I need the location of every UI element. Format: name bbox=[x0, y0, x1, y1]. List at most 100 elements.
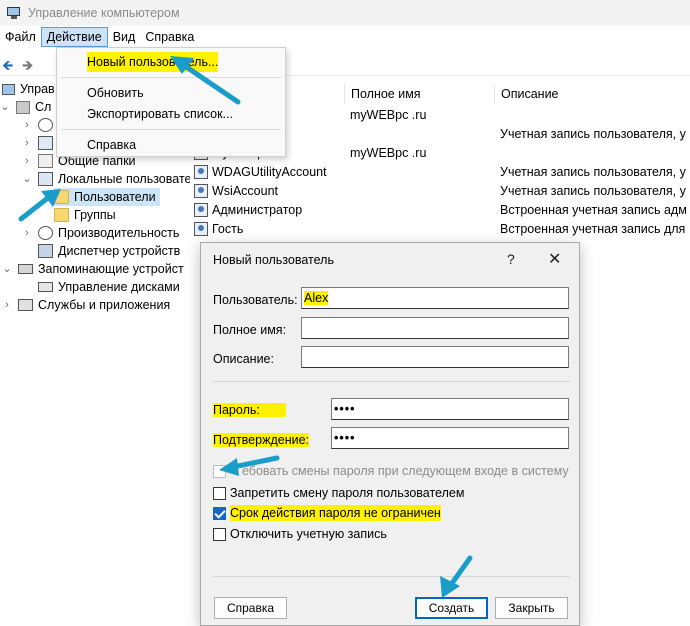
no-expire-checkbox[interactable] bbox=[213, 506, 226, 520]
column-fullname[interactable]: Полное имя bbox=[344, 84, 494, 104]
row-name-text: Администратор bbox=[212, 203, 303, 217]
list-row[interactable]: WDAGUtilityAccount Учетная запись пользо… bbox=[190, 163, 690, 182]
no-expire-checkbox-row[interactable]: Срок действия пароля не ограничен bbox=[213, 505, 441, 521]
require-change-checkbox-row[interactable]: ебовать смены пароля при следующем входе… bbox=[213, 463, 569, 479]
row-name-text: WsiAccount bbox=[212, 184, 278, 198]
tree-users-label: Пользователи bbox=[74, 190, 156, 204]
forbid-change-label: Запретить смену пароля пользователем bbox=[230, 486, 465, 500]
disable-account-checkbox[interactable] bbox=[213, 527, 226, 541]
row-name-text: Гость bbox=[212, 222, 244, 236]
help-button[interactable]: Справка bbox=[214, 597, 287, 619]
tree-services[interactable]: › Службы и приложения bbox=[2, 296, 170, 314]
chevron-down-icon[interactable]: ⌄ bbox=[0, 98, 10, 116]
menu-help[interactable]: Справка bbox=[140, 27, 199, 47]
disable-account-checkbox-row[interactable]: Отключить учетную запись bbox=[213, 526, 387, 542]
chevron-right-icon[interactable]: › bbox=[2, 296, 12, 314]
username-field[interactable]: Alex bbox=[301, 287, 569, 309]
menu-view[interactable]: Вид bbox=[108, 27, 141, 47]
tree-groups[interactable]: Группы bbox=[54, 206, 116, 224]
create-button[interactable]: Создать bbox=[415, 597, 488, 619]
tree-groups-label: Группы bbox=[74, 208, 116, 222]
chevron-right-icon[interactable]: › bbox=[22, 116, 32, 134]
row-description: Встроенная учетная запись для bbox=[500, 222, 686, 236]
row-fullname: myWEBpc .ru bbox=[350, 146, 427, 160]
chevron-down-icon[interactable]: ⌄ bbox=[2, 260, 12, 278]
window-title: Управление компьютером bbox=[28, 6, 180, 20]
title-bar: Управление компьютером bbox=[0, 0, 690, 26]
tree-root[interactable]: Управ bbox=[0, 80, 55, 98]
tree-device-manager-label: Диспетчер устройств bbox=[58, 244, 181, 258]
password-label: Пароль: bbox=[213, 403, 286, 417]
row-fullname: myWEBpc .ru bbox=[350, 108, 427, 122]
storage-icon bbox=[18, 264, 33, 274]
tree-root-label: Управ bbox=[20, 82, 55, 96]
performance-icon bbox=[38, 226, 53, 240]
tree-users[interactable]: Пользователи bbox=[54, 188, 160, 206]
menu-file[interactable]: Файл bbox=[0, 27, 41, 47]
computer-icon bbox=[2, 83, 15, 95]
tree-local-users[interactable]: ⌄ Локальные пользовате bbox=[22, 170, 191, 188]
row-description: Учетная запись пользователя, у bbox=[500, 184, 686, 198]
row-description: Учетная запись пользователя, у bbox=[500, 127, 686, 141]
tree-performance-label: Производительность bbox=[58, 226, 180, 240]
row-name: WsiAccount bbox=[194, 182, 278, 201]
user-icon bbox=[194, 165, 208, 179]
forbid-change-checkbox-row[interactable]: Запретить смену пароля пользователем bbox=[213, 485, 464, 501]
clock-icon bbox=[38, 118, 53, 132]
tree-device-manager[interactable]: Диспетчер устройств bbox=[38, 242, 180, 260]
list-row[interactable]: WsiAccount Учетная запись пользователя, … bbox=[190, 182, 690, 201]
password-field[interactable]: •••• bbox=[331, 398, 569, 420]
row-name: Гость bbox=[194, 220, 243, 239]
dialog-title: Новый пользователь bbox=[213, 253, 334, 267]
user-icon bbox=[194, 222, 208, 236]
user-icon bbox=[194, 184, 208, 198]
menu-export-list[interactable]: Экспортировать список... bbox=[87, 104, 233, 124]
chevron-right-icon[interactable]: › bbox=[22, 134, 32, 152]
menu-help-item[interactable]: Справка bbox=[87, 135, 136, 155]
require-change-checkbox[interactable] bbox=[213, 464, 226, 478]
tree-task-scheduler[interactable]: › bbox=[22, 116, 58, 134]
tree-event-viewer[interactable]: › bbox=[22, 134, 58, 152]
forbid-change-checkbox[interactable] bbox=[213, 486, 226, 500]
description-field[interactable] bbox=[301, 346, 569, 368]
require-change-label: ебовать смены пароля при следующем входе… bbox=[242, 464, 569, 478]
no-expire-label: Срок действия пароля не ограничен bbox=[230, 505, 441, 521]
disk-icon bbox=[38, 282, 53, 292]
confirm-field[interactable]: •••• bbox=[331, 427, 569, 449]
username-label: Пользователь: bbox=[213, 293, 298, 307]
services-icon bbox=[18, 299, 33, 311]
device-manager-icon bbox=[38, 244, 53, 258]
close-button[interactable]: Закрыть bbox=[495, 597, 568, 619]
fullname-field[interactable] bbox=[301, 317, 569, 339]
list-row[interactable]: Администратор Встроенная учетная запись … bbox=[190, 201, 690, 220]
folder-icon bbox=[54, 208, 69, 222]
close-icon[interactable]: ✕ bbox=[548, 249, 561, 269]
divider bbox=[213, 576, 570, 577]
menu-separator bbox=[61, 77, 281, 78]
tree-disk-management[interactable]: Управление дисками bbox=[38, 278, 180, 296]
menu-refresh[interactable]: Обновить bbox=[87, 83, 144, 103]
tree-system-tools[interactable]: ⌄ Сл bbox=[0, 98, 51, 116]
tree-services-label: Службы и приложения bbox=[38, 298, 171, 312]
users-icon bbox=[38, 172, 53, 186]
navigation-tree: Управ ⌄ Сл › › › Общие папки ⌄ Локальные… bbox=[0, 76, 191, 626]
tree-performance[interactable]: › Производительность bbox=[22, 224, 179, 242]
computer-management-window: Управление компьютером Файл Действие Вид… bbox=[0, 0, 690, 626]
tree-storage-label: Запоминающие устройст bbox=[38, 262, 184, 276]
chevron-down-icon[interactable]: ⌄ bbox=[22, 170, 32, 188]
column-description[interactable]: Описание bbox=[494, 84, 690, 104]
menu-new-user[interactable]: Новый пользователь... bbox=[87, 52, 219, 72]
tree-storage[interactable]: ⌄ Запоминающие устройст bbox=[2, 260, 184, 278]
menu-action[interactable]: Действие bbox=[40, 27, 108, 47]
tree-disk-management-label: Управление дисками bbox=[58, 280, 180, 294]
help-icon[interactable]: ? bbox=[507, 251, 515, 267]
tools-icon bbox=[16, 100, 30, 114]
username-value: Alex bbox=[304, 291, 329, 305]
menu-separator bbox=[61, 129, 281, 130]
action-context-menu: Новый пользователь... Обновить Экспортир… bbox=[56, 47, 286, 157]
user-icon bbox=[194, 203, 208, 217]
list-row[interactable]: Гость Встроенная учетная запись для bbox=[190, 220, 690, 239]
row-name: Администратор bbox=[194, 201, 302, 220]
chevron-right-icon[interactable]: › bbox=[22, 224, 32, 242]
chevron-right-icon[interactable]: › bbox=[22, 152, 32, 170]
